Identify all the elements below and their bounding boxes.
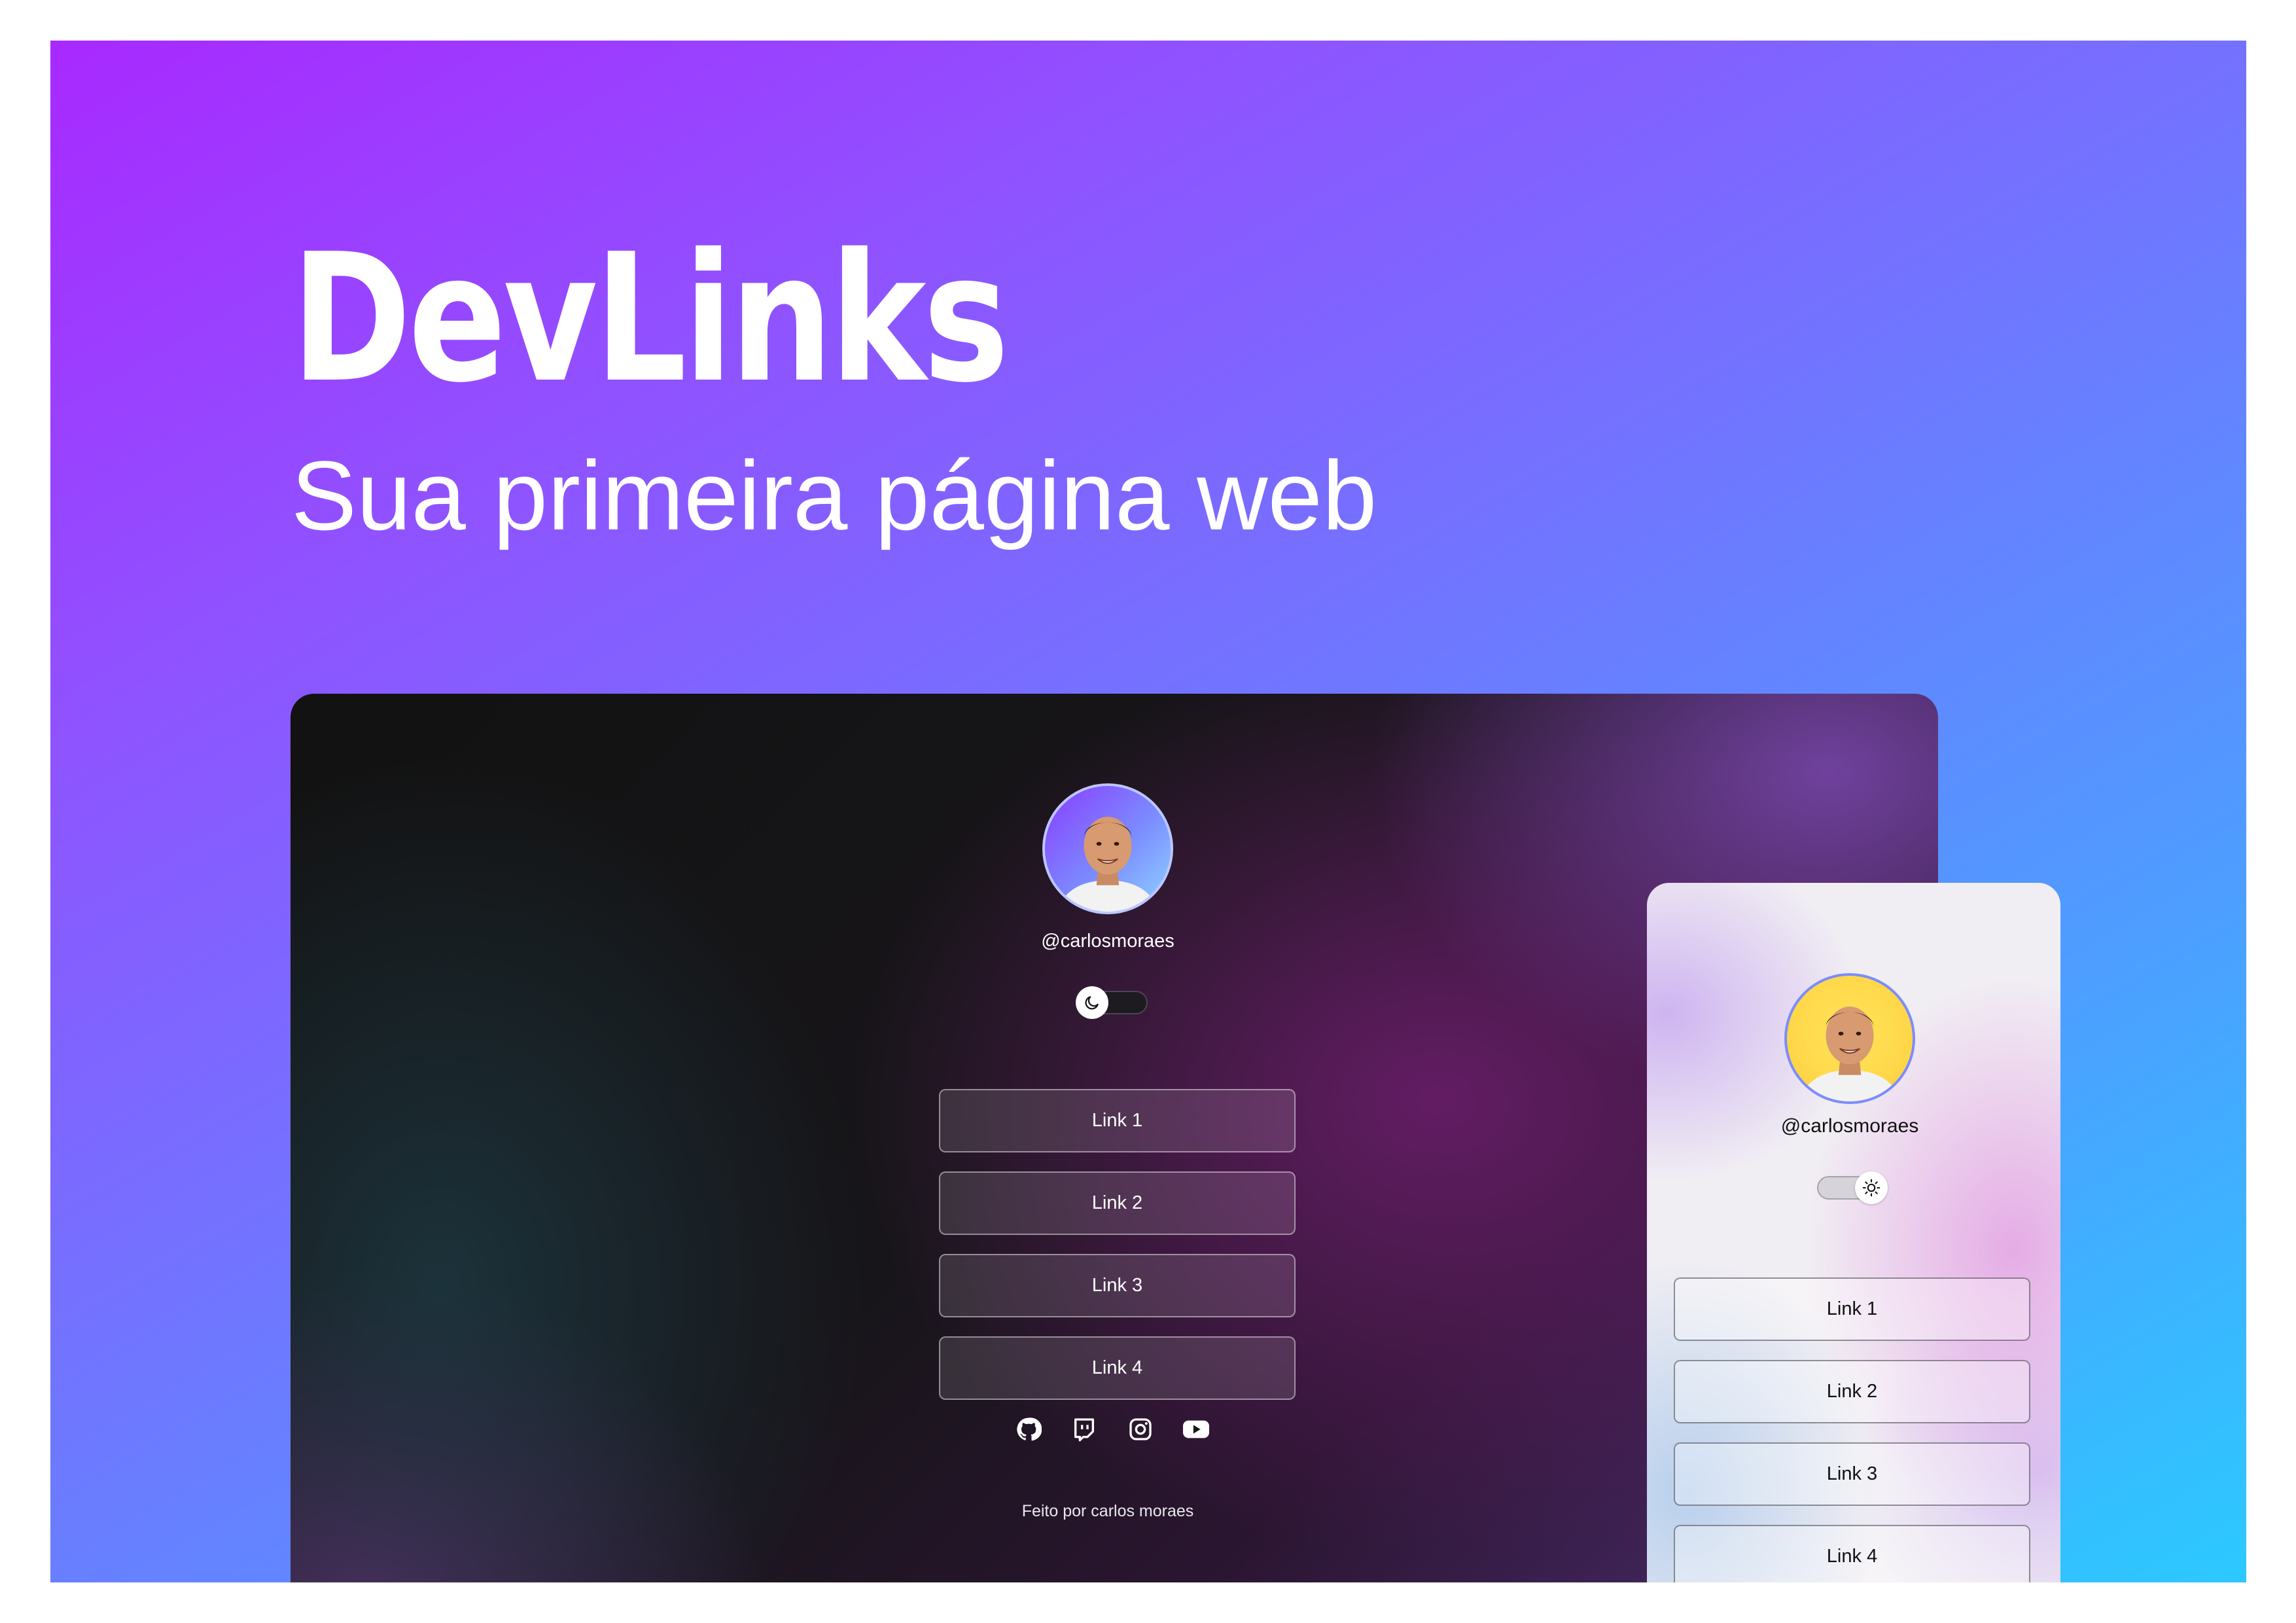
link-4-button[interactable]: Link 4 — [939, 1336, 1296, 1400]
social-links — [1014, 1413, 1210, 1446]
toggle-knob — [1076, 986, 1108, 1019]
link-2-button[interactable]: Link 2 — [939, 1171, 1296, 1235]
instagram-icon[interactable] — [1126, 1415, 1155, 1444]
link-3-button[interactable]: Link 3 — [939, 1254, 1296, 1317]
link-1-button[interactable]: Link 1 — [939, 1089, 1296, 1152]
footer-credit: Feito por carlos moraes — [1021, 1502, 1194, 1520]
page: DevLinks Sua primeira página web @carlos… — [0, 0, 2296, 1623]
username: @carlosmoraes — [1041, 931, 1174, 952]
theme-toggle[interactable] — [1817, 1171, 1890, 1205]
avatar — [1784, 973, 1915, 1104]
page-subtitle: Sua primeira página web — [291, 440, 1377, 550]
github-icon[interactable] — [1014, 1415, 1043, 1444]
twitch-icon[interactable] — [1070, 1415, 1099, 1444]
link-2-button[interactable]: Link 2 — [1674, 1360, 2030, 1423]
avatar — [1042, 783, 1173, 914]
link-1-button[interactable]: Link 1 — [1674, 1277, 2030, 1341]
profile-photo — [1799, 1007, 1900, 1101]
link-3-button[interactable]: Link 3 — [1674, 1442, 2030, 1506]
hero-banner: DevLinks Sua primeira página web @carlos… — [50, 41, 2246, 1582]
moon-icon — [1085, 996, 1099, 1010]
link-4-button[interactable]: Link 4 — [1674, 1525, 2030, 1582]
youtube-icon[interactable] — [1182, 1415, 1210, 1444]
toggle-knob — [1855, 1171, 1888, 1204]
profile-photo — [1057, 817, 1158, 912]
username: @carlosmoraes — [1780, 1115, 1919, 1137]
light-mode-preview: @carlosmoraes Link 1 Link 2 Link 3 Link … — [1647, 883, 2060, 1582]
sun-icon — [1862, 1179, 1881, 1197]
page-title: DevLinks — [291, 215, 1009, 421]
theme-toggle[interactable] — [1076, 986, 1149, 1019]
